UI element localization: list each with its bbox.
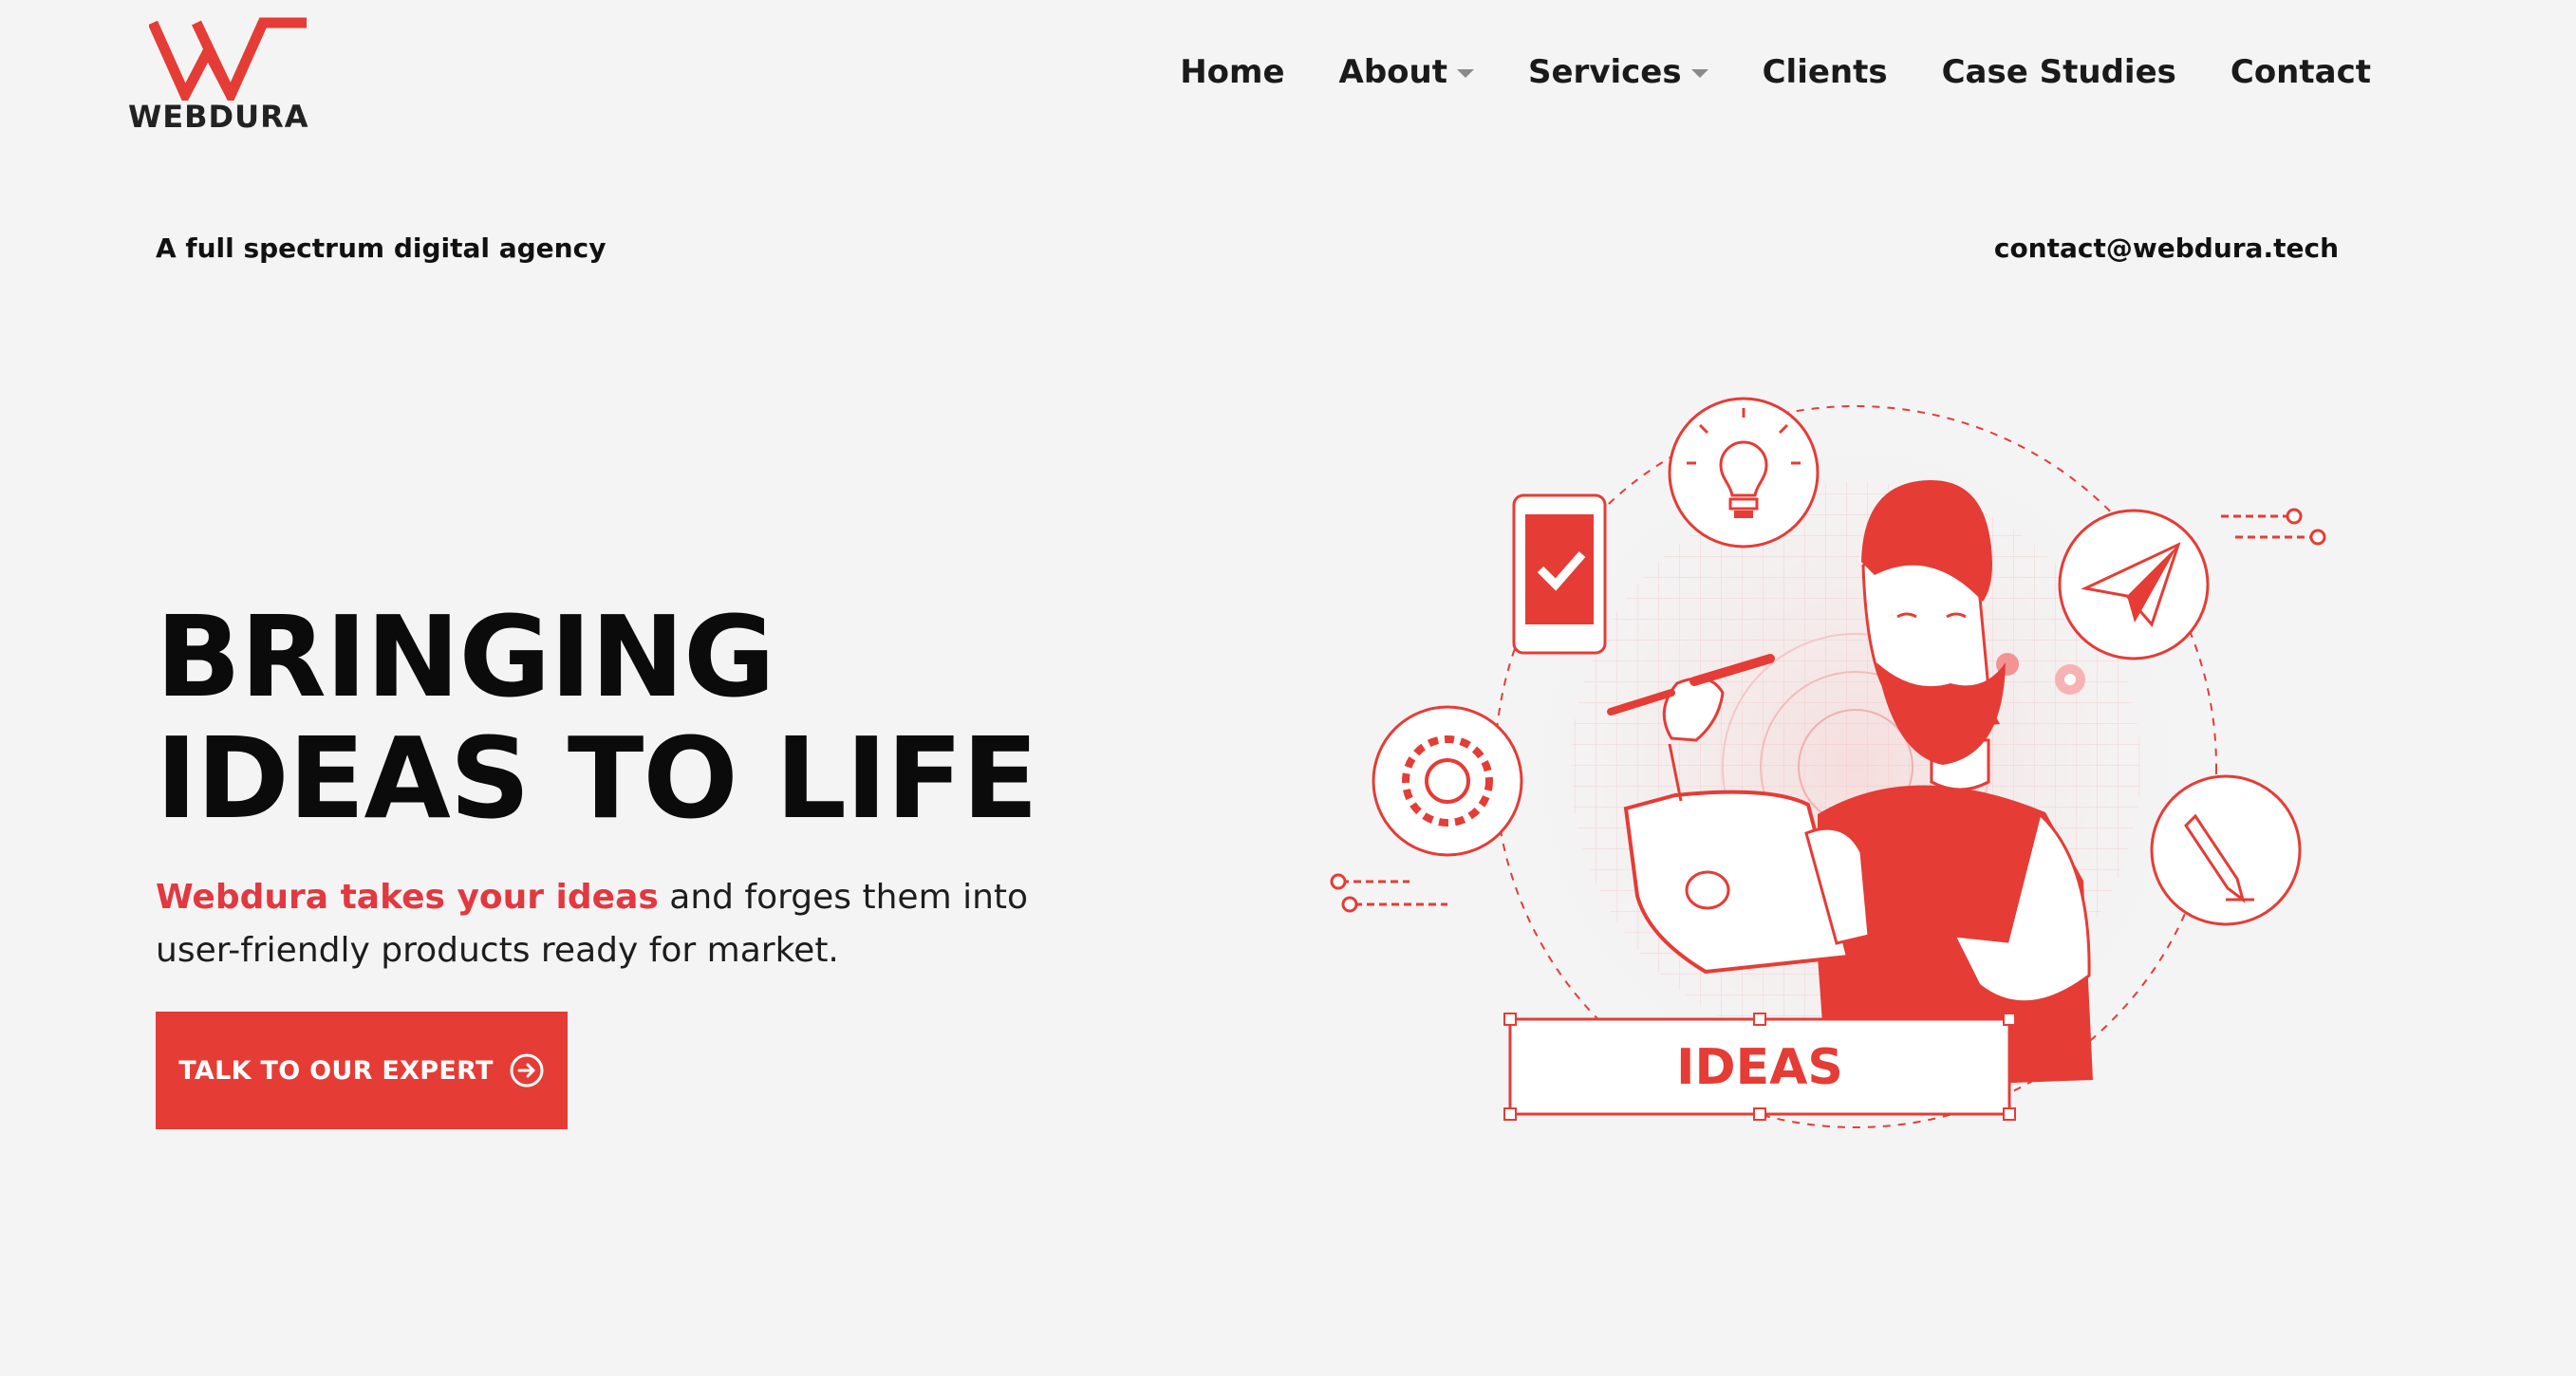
paper-plane-icon [2058,509,2210,660]
nav-case-studies-label: Case Studies [1941,53,2176,91]
hero-headline-line2: IDEAS TO LIFE [156,713,1038,844]
talk-to-expert-button[interactable]: TALK TO OUR EXPERT [156,1012,568,1129]
hero-subtext-highlight: Webdura takes your ideas [156,878,659,917]
nav-about-label: About [1338,53,1447,91]
nav-home-label: Home [1180,53,1285,91]
nav-clients[interactable]: Clients [1763,53,1888,91]
main-nav: Home About Services Clients Case Studies… [1180,53,2371,91]
tagline: A full spectrum digital agency [156,232,607,264]
nav-services-label: Services [1528,53,1682,91]
nav-case-studies[interactable]: Case Studies [1942,53,2176,91]
webdura-logo-mark-icon [149,17,307,101]
lightbulb-icon [1668,397,1820,549]
hero-subtext: Webdura takes your ideas and forges them… [156,871,1086,977]
hero-headline-line1: BRINGING [156,591,775,722]
logo[interactable]: WEBDURA [128,17,327,140]
logo-text: WEBDURA [128,99,309,135]
nav-about[interactable]: About [1339,53,1474,91]
cta-label: TALK TO OUR EXPERT [178,1055,494,1086]
nav-home[interactable]: Home [1180,53,1284,91]
nav-contact[interactable]: Contact [2231,53,2371,91]
arrow-circle-right-icon [510,1053,544,1088]
ideas-label-box: IDEAS [1503,1013,2016,1121]
chevron-down-icon [1690,68,1708,78]
nav-contact-label: Contact [2230,53,2371,91]
ideas-label: IDEAS [1676,1039,1843,1096]
gear-icon [1372,705,1523,857]
nav-clients-label: Clients [1762,53,1888,91]
hero-subtext-rest: and forges them into [658,878,1029,917]
chevron-down-icon [1457,68,1474,78]
hero-headline: BRINGING IDEAS TO LIFE [156,591,1038,844]
pencil-icon [2150,774,2302,926]
hero-subtext-line2: user-friendly products ready for market. [156,931,839,970]
nav-services[interactable]: Services [1528,53,1708,91]
phone-checkmark-icon [1512,493,1607,655]
contact-email[interactable]: contact@webdura.tech [1994,232,2339,264]
ideas-illustration: IDEAS [1330,387,2326,1146]
